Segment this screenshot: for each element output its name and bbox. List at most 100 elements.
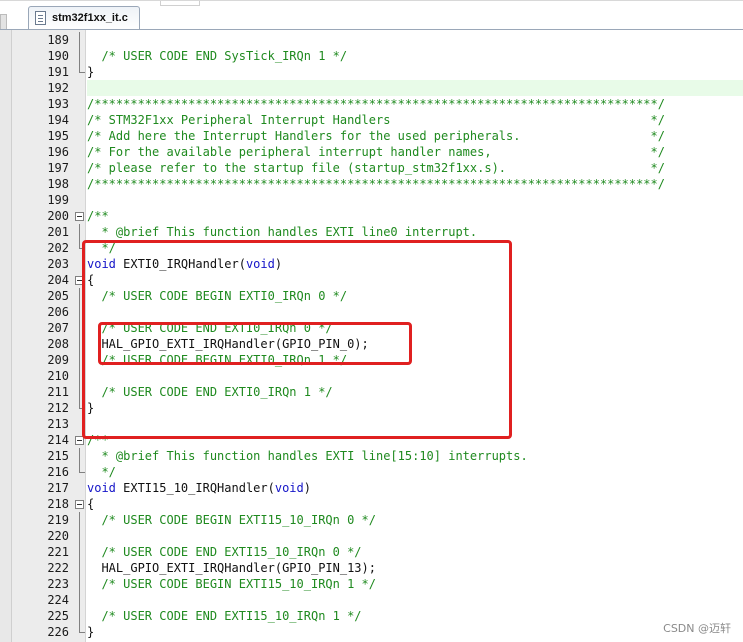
line-code [87, 80, 743, 96]
fold-guide [74, 48, 85, 64]
line-number: 190 [47, 49, 69, 63]
fold-guide [74, 608, 85, 624]
code-line[interactable]: 190 /* USER CODE END SysTick_IRQn 1 */ [0, 48, 743, 64]
code-line[interactable]: 224 [0, 592, 743, 608]
code-line[interactable]: 217 void EXTI15_10_IRQHandler(void) [0, 480, 743, 496]
line-number: 192 [47, 81, 69, 95]
line-number: 204 [47, 273, 69, 287]
line-number: 222 [47, 561, 69, 575]
code-line[interactable]: 221 /* USER CODE END EXTI15_10_IRQn 0 */ [0, 544, 743, 560]
code-line[interactable]: 198 /************************************… [0, 176, 743, 192]
line-number: 214 [47, 433, 69, 447]
line-code: { [87, 496, 743, 512]
line-number: 221 [47, 545, 69, 559]
line-number: 215 [47, 449, 69, 463]
line-code: } [87, 624, 743, 640]
line-number: 200 [47, 209, 69, 223]
line-number: 189 [47, 33, 69, 47]
fold-guide [74, 624, 85, 640]
fold-guide [74, 592, 85, 608]
fold-guide [74, 160, 85, 176]
line-number: 195 [47, 129, 69, 143]
code-line[interactable]: 226} [0, 624, 743, 640]
code-token: { [87, 497, 95, 511]
c-file-icon [35, 11, 46, 25]
code-line[interactable]: 215 * @brief This function handles EXTI … [0, 448, 743, 464]
comment-token: /* USER CODE END EXTI15_10_IRQn 0 */ [87, 545, 362, 559]
code-line[interactable]: 199 [0, 192, 743, 208]
fold-guide [74, 80, 85, 96]
code-line[interactable]: 219 /* USER CODE BEGIN EXTI15_10_IRQn 0 … [0, 512, 743, 528]
line-number: 219 [47, 513, 69, 527]
comment-token: /***************************************… [87, 97, 665, 111]
code-line[interactable]: 201 * @brief This function handles EXTI … [0, 224, 743, 240]
comment-token: /* USER CODE BEGIN EXTI15_10_IRQn 0 */ [87, 513, 376, 527]
line-number: 206 [47, 305, 69, 319]
code-token: EXTI15_10_IRQHandler( [115, 481, 275, 495]
fold-guide [74, 448, 85, 464]
code-line[interactable]: 216 */ [0, 464, 743, 480]
line-code: /* please refer to the startup file (sta… [87, 160, 743, 176]
code-line[interactable]: 191} [0, 64, 743, 80]
line-number: 193 [47, 97, 69, 111]
keyword-token: void [87, 481, 116, 495]
code-line[interactable]: 220 [0, 528, 743, 544]
code-line[interactable]: 189 [0, 32, 743, 48]
line-number: 202 [47, 241, 69, 255]
comment-token: * @brief This function handles EXTI line… [87, 449, 528, 463]
watermark: CSDN @迈轩 [663, 622, 731, 635]
tab-bar-spacer [160, 1, 200, 6]
comment-token: /* Add here the Interrupt Handlers for t… [87, 129, 665, 143]
fold-guide [74, 96, 85, 112]
line-number: 220 [47, 529, 69, 543]
line-code: /* STM32F1xx Peripheral Interrupt Handle… [87, 112, 743, 128]
code-line[interactable]: 222 HAL_GPIO_EXTI_IRQHandler(GPIO_PIN_13… [0, 560, 743, 576]
code-token: } [87, 65, 95, 79]
line-code: * @brief This function handles EXTI line… [87, 224, 743, 240]
code-line[interactable]: 193 /************************************… [0, 96, 743, 112]
line-number: 210 [47, 369, 69, 383]
fold-guide [74, 144, 85, 160]
comment-token: * @brief This function handles EXTI line… [87, 225, 478, 239]
line-number: 199 [47, 193, 69, 207]
line-number: 208 [47, 337, 69, 351]
line-number: 207 [47, 321, 69, 335]
tab-stm32f1xx-it-c[interactable]: stm32f1xx_it.c [28, 6, 140, 30]
comment-token: /***************************************… [87, 177, 665, 191]
tab-label: stm32f1xx_it.c [52, 12, 128, 24]
code-line[interactable]: 218 { [0, 496, 743, 512]
tab-bar-bottom-border [0, 29, 743, 30]
comment-token: /* please refer to the startup file (sta… [87, 161, 665, 175]
fold-guide [74, 480, 85, 496]
line-number: 225 [47, 609, 69, 623]
line-number: 209 [47, 353, 69, 367]
comment-token: /* USER CODE BEGIN EXTI15_10_IRQn 1 */ [87, 577, 376, 591]
editor-tab-bar: stm32f1xx_it.c [0, 0, 743, 30]
code-line[interactable]: 223 /* USER CODE BEGIN EXTI15_10_IRQn 1 … [0, 576, 743, 592]
line-code: HAL_GPIO_EXTI_IRQHandler(GPIO_PIN_13); [87, 560, 743, 576]
code-line[interactable]: 194 /* STM32F1xx Peripheral Interrupt Han… [0, 112, 743, 128]
fold-guide [74, 512, 85, 528]
code-line[interactable]: 196 /* For the available peripheral inter… [0, 144, 743, 160]
fold-guide [74, 528, 85, 544]
line-code: /** [87, 208, 743, 224]
comment-token: /* USER CODE END SysTick_IRQn 1 */ [87, 49, 348, 63]
code-line[interactable]: 225 /* USER CODE END EXTI15_10_IRQn 1 */ [0, 608, 743, 624]
line-number: 224 [47, 593, 69, 607]
code-line[interactable]: 195 /* Add here the Interrupt Handlers fo… [0, 128, 743, 144]
fold-toggle-icon[interactable] [74, 496, 85, 512]
fold-toggle-icon[interactable] [74, 208, 85, 224]
keyword-token: void [274, 481, 304, 495]
code-line[interactable]: 192 [0, 80, 743, 96]
comment-token: /* For the available peripheral interrup… [87, 145, 665, 159]
code-line[interactable]: 200 /** [0, 208, 743, 224]
tab-scroll-marker[interactable] [0, 14, 7, 30]
line-code: /* USER CODE END EXTI15_10_IRQn 1 */ [87, 608, 743, 624]
code-line[interactable]: 197 /* please refer to the startup file (… [0, 160, 743, 176]
code-token: } [87, 625, 95, 639]
fold-guide [74, 560, 85, 576]
comment-token: /* USER CODE END EXTI15_10_IRQn 1 */ [87, 609, 362, 623]
